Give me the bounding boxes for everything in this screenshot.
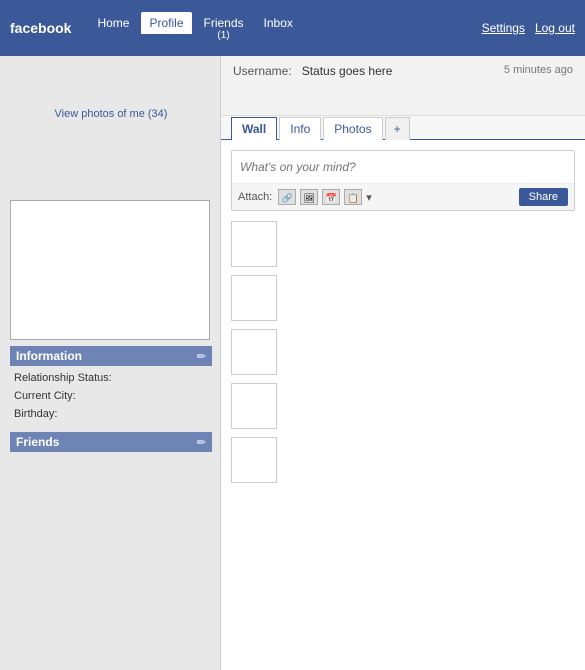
birthday-field: Birthday: [10, 406, 212, 422]
post-thumb-5 [231, 437, 277, 483]
status-toolbar: Attach: 🔗 🖼 📅 📋 ▾ Share [232, 183, 574, 210]
friends-box: Friends ✏ [10, 432, 212, 452]
wall-post-2 [231, 275, 575, 321]
profile-tabs: Wall Info Photos + [221, 116, 585, 140]
attach-photo-icon[interactable]: 🖼 [300, 189, 318, 205]
profile-info: Username: Status goes here [233, 64, 392, 78]
post-thumb-3 [231, 329, 277, 375]
tab-photos[interactable]: Photos [323, 117, 382, 140]
username-label: Username: [233, 64, 292, 78]
time-ago: 5 minutes ago [504, 64, 573, 76]
main-area: Username: Status goes here 5 minutes ago… [220, 56, 585, 670]
attach-video-icon[interactable]: 📋 [344, 189, 362, 205]
friends-badge: (1) [217, 30, 229, 41]
friends-edit-icon[interactable]: ✏ [197, 436, 206, 449]
attach-link-icon[interactable]: 🔗 [278, 189, 296, 205]
view-photos-link[interactable]: View photos of me (34) [10, 108, 212, 120]
status-compose-box: Attach: 🔗 🖼 📅 📋 ▾ Share [231, 150, 575, 211]
post-thumb-1 [231, 221, 277, 267]
nav-profile[interactable]: Profile [141, 12, 191, 34]
nav-home[interactable]: Home [89, 12, 137, 34]
nav-right-actions: Settings Log out [482, 21, 575, 35]
tab-info[interactable]: Info [279, 117, 321, 140]
friends-header: Friends ✏ [10, 432, 212, 452]
tab-wall[interactable]: Wall [231, 117, 277, 140]
settings-link[interactable]: Settings [482, 21, 525, 35]
brand-logo: facebook [10, 20, 71, 36]
nav-inbox[interactable]: Inbox [256, 12, 301, 34]
status-input[interactable] [232, 151, 574, 183]
post-thumb-4 [231, 383, 277, 429]
top-navigation: facebook Home Profile Friends (1) Inbox … [0, 0, 585, 56]
sidebar: View photos of me (34) Information ✏ Rel… [0, 56, 220, 670]
attach-dropdown-arrow[interactable]: ▾ [366, 191, 372, 204]
profile-photo [10, 200, 210, 340]
wall-post-4 [231, 383, 575, 429]
nav-links: Home Profile Friends (1) Inbox [89, 12, 300, 45]
post-thumb-2 [231, 275, 277, 321]
attach-label: Attach: [238, 191, 272, 203]
wall-post-3 [231, 329, 575, 375]
wall-area: Attach: 🔗 🖼 📅 📋 ▾ Share [221, 140, 585, 501]
tab-add[interactable]: + [385, 117, 410, 140]
profile-header: Username: Status goes here 5 minutes ago [221, 56, 585, 116]
information-header: Information ✏ [10, 346, 212, 366]
relationship-field: Relationship Status: [10, 370, 212, 386]
status-text: Status goes here [302, 64, 393, 78]
logout-link[interactable]: Log out [535, 21, 575, 35]
city-field: Current City: [10, 388, 212, 404]
page-content: View photos of me (34) Information ✏ Rel… [0, 56, 585, 670]
wall-post-5 [231, 437, 575, 483]
share-button[interactable]: Share [519, 188, 568, 206]
wall-post-1 [231, 221, 575, 267]
information-box: Information ✏ Relationship Status: Curre… [10, 346, 212, 422]
information-edit-icon[interactable]: ✏ [197, 350, 206, 363]
attach-event-icon[interactable]: 📅 [322, 189, 340, 205]
nav-friends[interactable]: Friends (1) [196, 12, 252, 45]
